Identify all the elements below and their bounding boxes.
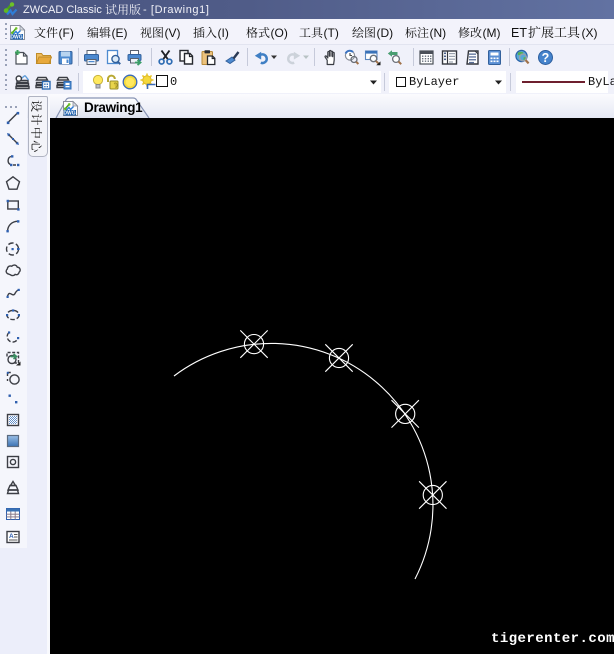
svg-text:(X): (X) bbox=[582, 26, 598, 40]
svg-text:(E): (E) bbox=[112, 26, 128, 40]
svg-text:(O): (O) bbox=[271, 26, 288, 40]
svg-text:A: A bbox=[9, 533, 14, 540]
svg-text:DWG: DWG bbox=[10, 35, 22, 41]
svg-text:(T): (T) bbox=[324, 26, 339, 40]
svg-text:(V): (V) bbox=[165, 26, 181, 40]
svg-text:(I): (I) bbox=[218, 26, 229, 40]
svg-text:(F): (F) bbox=[59, 26, 74, 40]
svg-text:ET: ET bbox=[511, 26, 527, 40]
svg-text:(M): (M) bbox=[483, 26, 501, 40]
svg-text:DWG: DWG bbox=[63, 111, 75, 117]
svg-text:(D): (D) bbox=[377, 26, 394, 40]
svg-text:?: ? bbox=[542, 51, 550, 65]
svg-text:(N): (N) bbox=[430, 26, 447, 40]
